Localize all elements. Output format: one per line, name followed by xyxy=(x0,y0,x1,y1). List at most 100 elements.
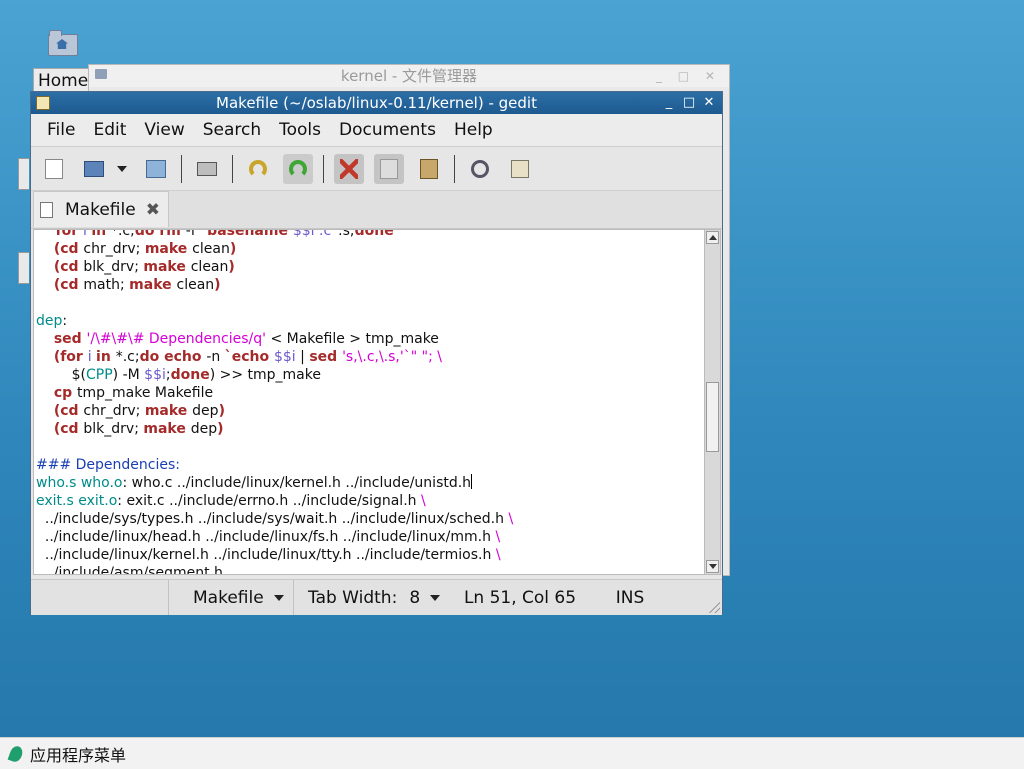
code-token: $$i xyxy=(273,349,296,365)
code-line[interactable]: cp tmp_make Makefile xyxy=(36,384,513,402)
code-token: dep xyxy=(192,403,219,419)
scissors-icon xyxy=(340,158,358,179)
tab-label: Makefile xyxy=(65,199,136,220)
find-replace-icon xyxy=(511,159,529,178)
code-token: i xyxy=(87,349,97,365)
save-button[interactable] xyxy=(141,154,171,184)
menu-file[interactable]: File xyxy=(47,120,75,140)
app-menu-logo-icon[interactable] xyxy=(7,743,25,764)
code-token: '/\#\#\# Dependencies/q' xyxy=(86,331,266,347)
code-token: *.c; xyxy=(110,229,135,239)
code-line[interactable]: $(CPP) -M $$i;done) >> tmp_make xyxy=(36,366,513,384)
code-token: do rm xyxy=(134,229,186,239)
open-folder-icon xyxy=(84,160,104,177)
code-token: done xyxy=(170,367,210,383)
code-token: (cd xyxy=(53,241,84,257)
code-line[interactable]: (cd blk_drv; make dep) xyxy=(36,420,513,438)
code-line[interactable]: (for i in *.c;do echo -n `echo $$i | sed… xyxy=(36,348,513,366)
new-document-button[interactable] xyxy=(39,154,69,184)
tab-makefile[interactable]: Makefile ✖ xyxy=(33,191,169,227)
find-button[interactable] xyxy=(465,154,495,184)
menu-documents[interactable]: Documents xyxy=(339,120,436,140)
code-token: for xyxy=(36,229,83,239)
file-manager-title: kernel - 文件管理器 xyxy=(340,67,478,85)
code-line[interactable]: dep: xyxy=(36,312,513,330)
code-token: ../include/sys/types.h ../include/sys/wa… xyxy=(36,511,509,527)
paste-button[interactable] xyxy=(414,154,444,184)
code-token: who.s who.o xyxy=(36,475,123,491)
code-line[interactable]: for i in *.c;do rm -f `basename $$i .c`.… xyxy=(36,229,513,240)
code-token: math; xyxy=(83,277,130,293)
maximize-button[interactable]: □ xyxy=(682,92,696,114)
language-selector[interactable]: Makefile xyxy=(168,580,293,615)
menu-search[interactable]: Search xyxy=(203,120,261,140)
code-line[interactable]: (cd chr_drv; make clean) xyxy=(36,240,513,258)
code-token: make xyxy=(144,241,193,257)
scroll-up-arrow[interactable] xyxy=(706,231,719,244)
code-line[interactable]: (cd blk_drv; make clean) xyxy=(36,258,513,276)
gedit-app-icon xyxy=(36,96,50,110)
folder-icon xyxy=(95,69,107,79)
redo-button[interactable] xyxy=(283,153,313,184)
code-line[interactable]: ### Dependencies: xyxy=(36,456,513,474)
tab-close-icon[interactable]: ✖ xyxy=(146,200,160,220)
menu-edit[interactable]: Edit xyxy=(93,120,126,140)
replace-button[interactable] xyxy=(505,154,535,184)
cut-button[interactable] xyxy=(334,153,364,184)
scroll-down-arrow[interactable] xyxy=(706,560,719,573)
background-window-edge[interactable] xyxy=(18,252,29,284)
code-token: exit.s exit.o xyxy=(36,493,118,509)
code-line[interactable]: exit.s exit.o: exit.c ../include/errno.h… xyxy=(36,492,513,510)
menu-tools[interactable]: Tools xyxy=(279,120,321,140)
code-content[interactable]: for i in *.c;do rm -f `basename $$i .c`.… xyxy=(36,229,513,575)
code-line[interactable]: (cd math; make clean) xyxy=(36,276,513,294)
code-line[interactable]: ../include/linux/head.h ../include/linux… xyxy=(36,528,513,546)
code-line[interactable] xyxy=(36,294,513,312)
code-line[interactable]: who.s who.o: who.c ../include/linux/kern… xyxy=(36,474,513,492)
gedit-titlebar[interactable]: Makefile (~/oslab/linux-0.11/kernel) - g… xyxy=(31,92,722,114)
code-line[interactable]: ../include/sys/types.h ../include/sys/wa… xyxy=(36,510,513,528)
tab-width-selector[interactable]: Tab Width: 8 xyxy=(293,580,445,615)
minimize-button[interactable]: _ xyxy=(662,92,676,114)
home-label[interactable]: Home xyxy=(33,68,89,92)
menu-view[interactable]: View xyxy=(144,120,184,140)
code-line[interactable]: (cd chr_drv; make dep) xyxy=(36,402,513,420)
home-folder-icon[interactable] xyxy=(46,30,78,56)
code-line[interactable]: ../include/linux/kernel.h ../include/lin… xyxy=(36,546,513,564)
code-token: blk_drv; xyxy=(83,259,144,275)
code-token: $( xyxy=(36,367,86,383)
code-token: in xyxy=(91,229,111,239)
scroll-thumb[interactable] xyxy=(706,382,719,452)
gedit-window[interactable]: Makefile (~/oslab/linux-0.11/kernel) - g… xyxy=(30,91,723,615)
code-token: < Makefile > tmp_make xyxy=(266,331,439,347)
open-recent-dropdown[interactable] xyxy=(113,154,131,184)
open-button[interactable] xyxy=(79,154,109,184)
file-manager-window-controls[interactable]: _ □ ✕ xyxy=(656,65,721,87)
resize-grip-icon[interactable] xyxy=(706,599,720,613)
toolbar-separator xyxy=(454,154,455,183)
code-token: dep xyxy=(190,421,218,437)
code-token: `echo xyxy=(224,349,274,365)
file-manager-titlebar[interactable]: kernel - 文件管理器 _ □ ✕ xyxy=(89,65,729,87)
print-button[interactable] xyxy=(192,154,222,184)
vertical-scrollbar[interactable] xyxy=(704,229,721,575)
menu-help[interactable]: Help xyxy=(454,120,493,140)
magnifier-icon xyxy=(471,159,489,178)
background-window-edge[interactable] xyxy=(18,158,29,190)
document-tabbar: Makefile ✖ xyxy=(31,191,722,229)
code-token: ) >> tmp_make xyxy=(209,367,321,383)
code-line[interactable]: sed '/\#\#\# Dependencies/q' < Makefile … xyxy=(36,330,513,348)
close-button[interactable]: ✕ xyxy=(702,92,716,114)
code-token: chr_drv; xyxy=(83,403,145,419)
code-line[interactable]: ../include/asm/segment.h xyxy=(36,564,513,575)
code-token: ../include/asm/segment.h xyxy=(36,565,223,575)
text-editor[interactable]: for i in *.c;do rm -f `basename $$i .c`.… xyxy=(33,229,705,575)
copy-button[interactable] xyxy=(374,153,404,184)
code-line[interactable] xyxy=(36,438,513,456)
undo-button[interactable] xyxy=(243,154,273,184)
app-menu-button[interactable]: 应用程序菜单 xyxy=(30,742,126,766)
